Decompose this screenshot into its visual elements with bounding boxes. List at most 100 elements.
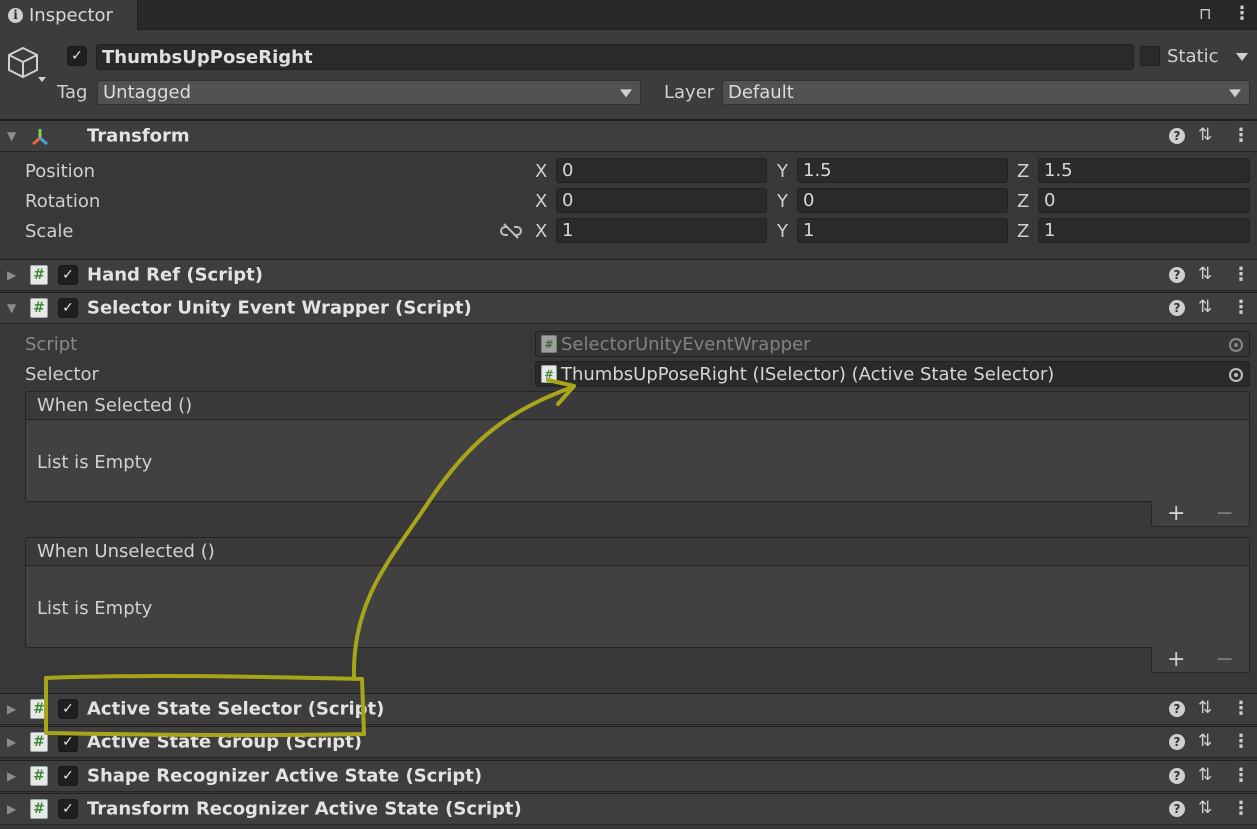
tab-inspector[interactable]: i Inspector xyxy=(0,0,138,30)
rotation-x-input[interactable]: 0 xyxy=(556,188,767,213)
rotation-z-input[interactable]: 0 xyxy=(1038,188,1250,213)
component-menu-icon[interactable]: ⋮ xyxy=(1232,767,1250,785)
component-menu-icon[interactable]: ⋮ xyxy=(1232,800,1250,818)
scale-z-input[interactable]: 1 xyxy=(1038,218,1250,243)
transform-recognizer-component-header[interactable]: ▶ # ✓ Transform Recognizer Active State … xyxy=(0,793,1257,825)
presets-icon[interactable]: ⇅ xyxy=(1198,731,1212,751)
script-icon: # xyxy=(541,365,557,383)
component-title: Transform Recognizer Active State (Scrip… xyxy=(87,798,522,820)
component-enabled-checkbox[interactable]: ✓ xyxy=(58,298,78,318)
presets-icon[interactable]: ⇅ xyxy=(1198,698,1212,718)
presets-icon[interactable]: ⇅ xyxy=(1198,798,1212,818)
axis-z-label: Z xyxy=(1017,161,1030,182)
presets-icon[interactable]: ⇅ xyxy=(1198,765,1212,785)
component-menu-icon[interactable]: ⋮ xyxy=(1232,266,1250,284)
component-title: Transform xyxy=(87,125,190,147)
help-icon[interactable]: ? xyxy=(1169,128,1185,144)
help-icon[interactable]: ? xyxy=(1169,768,1185,784)
selector-field-label: Selector xyxy=(25,364,99,385)
component-title: Active State Selector (Script) xyxy=(87,698,385,720)
component-title: Selector Unity Event Wrapper (Script) xyxy=(87,297,472,319)
selector-object-field[interactable]: # ThumbsUpPoseRight (ISelector) (Active … xyxy=(535,361,1250,387)
help-icon[interactable]: ? xyxy=(1169,734,1185,750)
when-unselected-event-list: When Unselected () List is Empty xyxy=(25,537,1250,648)
object-header: ✓ ThumbsUpPoseRight Static Tag Untagged … xyxy=(0,30,1257,120)
script-field-label: Script xyxy=(25,334,78,355)
event-list-header: When Selected () xyxy=(26,392,1249,420)
help-icon[interactable]: ? xyxy=(1169,801,1185,817)
component-enabled-checkbox[interactable]: ✓ xyxy=(58,732,78,752)
presets-icon[interactable]: ⇅ xyxy=(1198,264,1212,284)
active-state-selector-component-header[interactable]: ▶ # ✓ Active State Selector (Script) ? ⇅… xyxy=(0,693,1257,725)
component-title: Shape Recognizer Active State (Script) xyxy=(87,765,483,787)
tab-title: Inspector xyxy=(29,4,113,26)
unlink-scale-icon[interactable] xyxy=(500,222,522,240)
component-menu-icon[interactable]: ⋮ xyxy=(1232,299,1250,317)
transform-body: Position X 0 Y 1.5 Z 1.5 Rotation X 0 Y … xyxy=(0,152,1257,258)
position-z-input[interactable]: 1.5 xyxy=(1038,158,1250,183)
selector-wrapper-component-header[interactable]: ▼ # ✓ Selector Unity Event Wrapper (Scri… xyxy=(0,292,1257,324)
script-icon: # xyxy=(30,298,48,318)
component-enabled-checkbox[interactable]: ✓ xyxy=(58,766,78,786)
add-entry-button[interactable]: + xyxy=(1167,647,1185,672)
fold-collapsed-icon[interactable]: ▶ xyxy=(7,735,16,749)
fold-collapsed-icon[interactable]: ▶ xyxy=(7,769,16,783)
empty-list-text: List is Empty xyxy=(37,452,153,473)
fold-expanded-icon[interactable]: ▼ xyxy=(7,301,16,315)
axis-y-label: Y xyxy=(777,191,788,212)
help-icon[interactable]: ? xyxy=(1169,701,1185,717)
axis-x-label: X xyxy=(535,191,548,212)
component-title: Active State Group (Script) xyxy=(87,731,362,753)
tab-menu-icon[interactable]: ⋮ xyxy=(1233,5,1251,23)
presets-icon[interactable]: ⇅ xyxy=(1198,125,1212,145)
fold-collapsed-icon[interactable]: ▶ xyxy=(7,268,16,282)
layer-label: Layer xyxy=(664,82,715,103)
hand-ref-component-header[interactable]: ▶ # ✓ Hand Ref (Script) ? ⇅ ⋮ xyxy=(0,259,1257,291)
axis-z-label: Z xyxy=(1017,221,1030,242)
active-state-group-component-header[interactable]: ▶ # ✓ Active State Group (Script) ? ⇅ ⋮ xyxy=(0,726,1257,758)
chevron-down-icon xyxy=(620,88,632,97)
remove-entry-button[interactable]: − xyxy=(1216,501,1234,526)
scale-x-input[interactable]: 1 xyxy=(556,218,767,243)
remove-entry-button[interactable]: − xyxy=(1216,647,1234,672)
event-list-footer: + − xyxy=(1151,501,1250,527)
presets-icon[interactable]: ⇅ xyxy=(1198,297,1212,317)
transform-component-header[interactable]: ▼ Transform ? ⇅ ⋮ xyxy=(0,120,1257,152)
position-y-input[interactable]: 1.5 xyxy=(797,158,1008,183)
tag-dropdown[interactable]: Untagged xyxy=(97,80,641,105)
gameobject-cube-icon[interactable] xyxy=(6,44,48,86)
layer-dropdown[interactable]: Default xyxy=(722,80,1250,105)
static-checkbox[interactable] xyxy=(1140,46,1160,66)
position-x-input[interactable]: 0 xyxy=(556,158,767,183)
rotation-y-input[interactable]: 0 xyxy=(797,188,1008,213)
fold-collapsed-icon[interactable]: ▶ xyxy=(7,702,16,716)
chevron-down-icon xyxy=(1229,88,1241,97)
component-menu-icon[interactable]: ⋮ xyxy=(1232,733,1250,751)
axis-x-label: X xyxy=(535,221,548,242)
help-icon[interactable]: ? xyxy=(1169,267,1185,283)
fold-expanded-icon[interactable]: ▼ xyxy=(7,129,16,143)
component-menu-icon[interactable]: ⋮ xyxy=(1232,700,1250,718)
object-name-input[interactable]: ThumbsUpPoseRight xyxy=(96,44,1134,70)
axis-z-label: Z xyxy=(1017,191,1030,212)
lock-icon[interactable]: ⊓ xyxy=(1199,4,1211,23)
when-selected-event-list: When Selected () List is Empty xyxy=(25,391,1250,502)
component-enabled-checkbox[interactable]: ✓ xyxy=(58,265,78,285)
scale-y-input[interactable]: 1 xyxy=(797,218,1008,243)
script-icon: # xyxy=(541,335,557,353)
component-enabled-checkbox[interactable]: ✓ xyxy=(58,699,78,719)
static-dropdown-caret[interactable] xyxy=(1236,53,1248,61)
shape-recognizer-component-header[interactable]: ▶ # ✓ Shape Recognizer Active State (Scr… xyxy=(0,760,1257,792)
add-entry-button[interactable]: + xyxy=(1167,501,1185,526)
script-icon: # xyxy=(30,732,48,752)
fold-collapsed-icon[interactable]: ▶ xyxy=(7,802,16,816)
component-menu-icon[interactable]: ⋮ xyxy=(1232,127,1250,145)
object-picker-icon[interactable] xyxy=(1229,368,1243,382)
script-field-value: SelectorUnityEventWrapper xyxy=(561,333,811,355)
help-icon[interactable]: ? xyxy=(1169,300,1185,316)
axis-y-label: Y xyxy=(777,221,788,242)
component-enabled-checkbox[interactable]: ✓ xyxy=(58,799,78,819)
empty-list-text: List is Empty xyxy=(37,598,153,619)
active-checkbox[interactable]: ✓ xyxy=(67,46,87,66)
position-label: Position xyxy=(25,161,96,182)
